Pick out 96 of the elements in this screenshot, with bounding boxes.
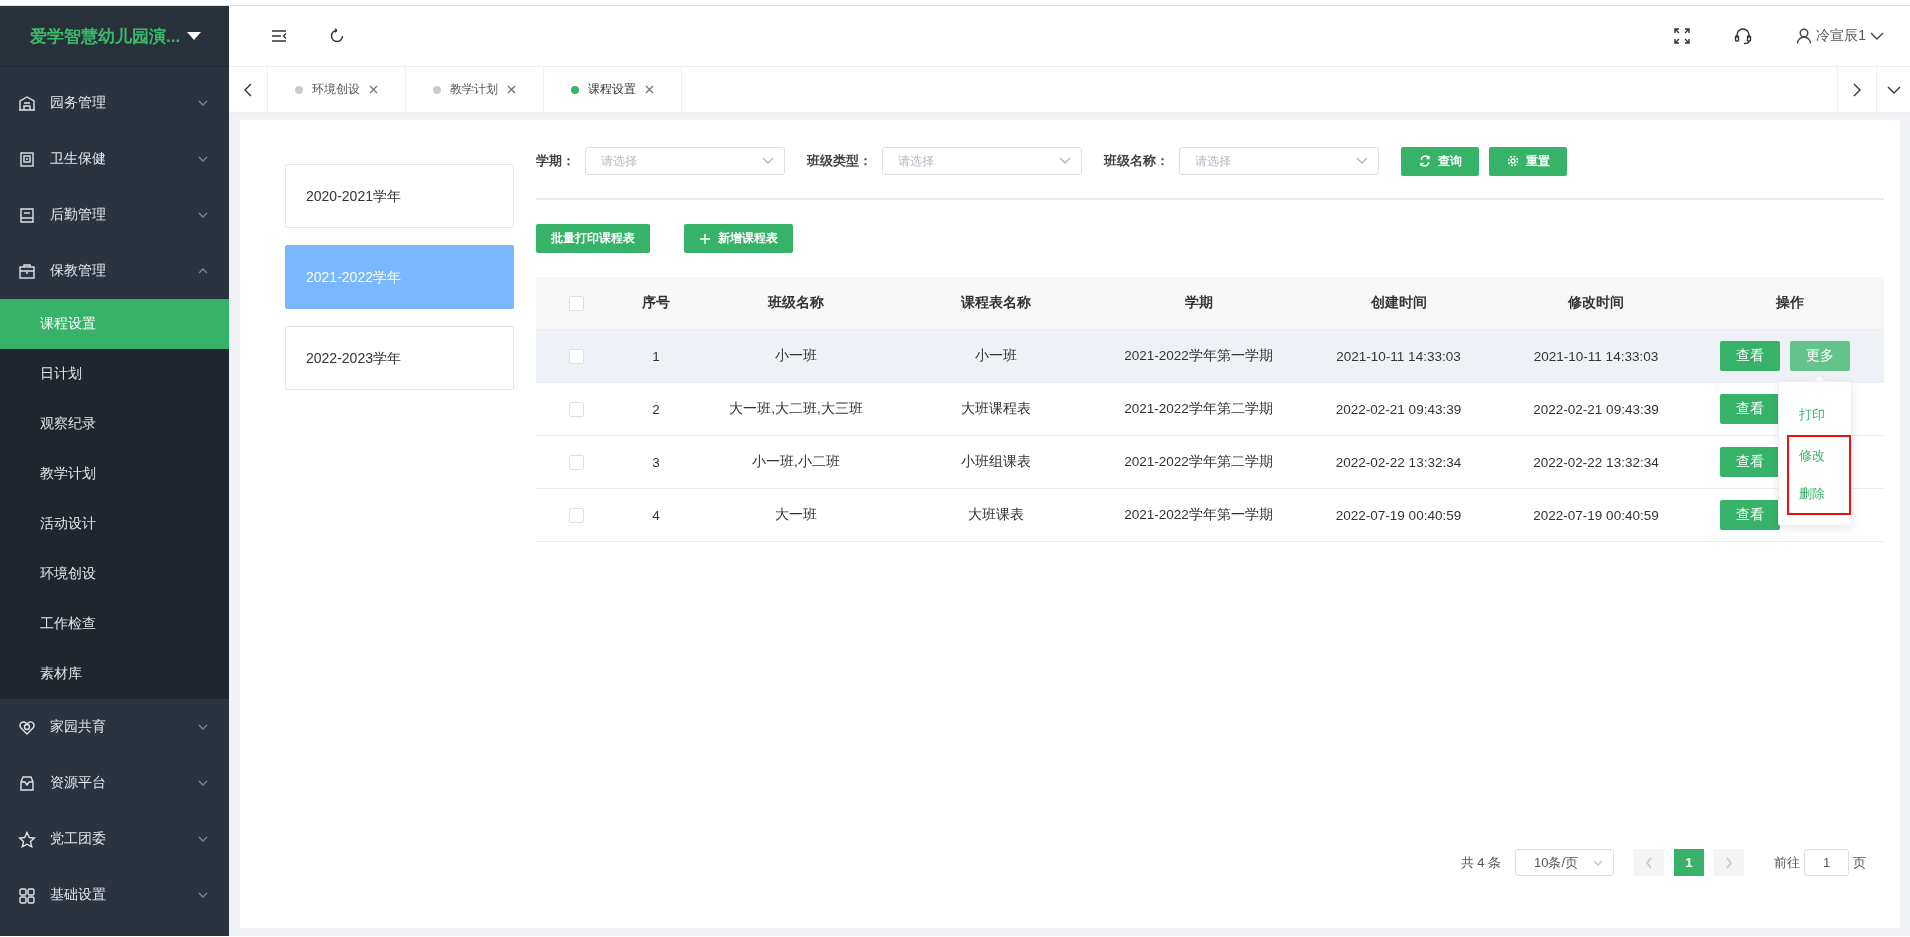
table-cell-text: 2021-2022学年第二学期 (1123, 453, 1274, 471)
table-cell-text: 2022-02-22 13:32:34 (1532, 454, 1660, 470)
submenu-item[interactable]: 观察纪录 (0, 399, 229, 449)
menu-item[interactable]: 基础设置 (0, 867, 229, 923)
table-cell-text: 2022-07-19 00:40:59 (1532, 507, 1660, 523)
table-cell-text: 2021-2022学年第一学期 (1123, 347, 1274, 365)
document-icon (18, 206, 36, 224)
page-suffix: 页 (1853, 853, 1866, 872)
menu-item[interactable]: 家园共育 (0, 699, 229, 755)
caret-down-icon[interactable] (187, 32, 201, 40)
menu-fold-icon[interactable] (271, 29, 287, 43)
inbox-icon (18, 774, 36, 792)
table-cell-text: 2021-2022学年第二学期 (1123, 400, 1274, 418)
user-menu[interactable]: 冷宣辰1 (1796, 27, 1884, 45)
submenu-item[interactable]: 环境创设 (0, 549, 229, 599)
menu-item[interactable]: 园务管理 (0, 75, 229, 131)
column-header: 操作 (1775, 294, 1805, 312)
close-icon[interactable] (507, 85, 516, 94)
submenu-item[interactable]: 工作检查 (0, 599, 229, 649)
plus-icon (699, 232, 711, 245)
star-icon (18, 830, 36, 848)
chevron-down-icon (1059, 157, 1071, 165)
grid-icon (18, 886, 36, 904)
chevron-left-icon (1645, 856, 1653, 869)
menu-item[interactable]: 党工团委 (0, 811, 229, 867)
filter-label: 班级名称： (1104, 152, 1169, 170)
page-input[interactable]: 1 (1804, 849, 1849, 876)
table-cell-text: 大一班,大二班,大三班 (728, 400, 864, 418)
clipboard-icon (18, 150, 36, 168)
table-cell-text: 1 (651, 348, 661, 364)
refresh-icon[interactable] (329, 28, 345, 44)
chevron-right-icon[interactable] (1852, 82, 1862, 97)
page-size-select[interactable]: 10条/页 (1515, 849, 1614, 876)
table-cell-text: 小一班 (774, 347, 818, 365)
submenu-item[interactable]: 活动设计 (0, 499, 229, 549)
filter-label: 学期： (536, 152, 575, 170)
column-header: 修改时间 (1567, 294, 1625, 312)
gear-icon (1506, 155, 1519, 167)
goto-label: 前往 (1774, 853, 1800, 872)
menu-item[interactable]: 保教管理 (0, 243, 229, 299)
total-count: 共 4 条 (1460, 853, 1501, 872)
chevron-down-icon (1593, 859, 1603, 866)
table-cell-text: 2021-2022学年第一学期 (1123, 506, 1274, 524)
menu-item[interactable]: 后勤管理 (0, 187, 229, 243)
checkbox[interactable] (568, 348, 584, 364)
chevron-down-icon (762, 157, 774, 165)
checkbox[interactable] (568, 454, 584, 470)
column-header: 序号 (641, 294, 671, 312)
close-icon[interactable] (369, 85, 378, 94)
column-header: 学期 (1183, 294, 1214, 312)
year-item[interactable]: 2022-2023学年 (285, 326, 514, 390)
year-item[interactable]: 2020-2021学年 (285, 164, 514, 228)
checkbox[interactable] (568, 401, 584, 417)
case-icon (18, 262, 36, 280)
heart-icon (18, 718, 36, 736)
refresh-icon (1418, 155, 1431, 167)
table-cell-text: 3 (651, 454, 661, 470)
tab[interactable]: 教学计划 (406, 67, 544, 112)
table-cell-text: 2021-10-11 14:33:03 (1532, 348, 1660, 364)
app-title: 爱学智慧幼儿园演... (30, 25, 181, 48)
checkbox[interactable] (568, 295, 584, 311)
table-cell-text: 2022-07-19 00:40:59 (1334, 507, 1463, 523)
table-cell-text: 小班组课表 (960, 453, 1032, 471)
building-icon (18, 94, 36, 112)
chevron-down-icon[interactable] (1886, 84, 1901, 95)
chevron-right-icon (1725, 856, 1733, 869)
tab[interactable]: 环境创设 (268, 67, 406, 112)
submenu-item[interactable]: 教学计划 (0, 449, 229, 499)
column-header: 课程表名称 (960, 294, 1032, 312)
table-cell-text: 4 (651, 507, 661, 523)
column-header: 班级名称 (766, 294, 825, 312)
table-cell-text: 2021-10-11 14:33:03 (1335, 348, 1462, 364)
chevron-left-icon[interactable] (243, 82, 253, 97)
table-cell-text: 大一班 (774, 506, 818, 524)
user-icon (1796, 28, 1813, 44)
table-cell-text: 小一班,小二班 (751, 453, 841, 471)
menu-item[interactable]: 卫生保健 (0, 131, 229, 187)
tab[interactable]: 课程设置 (544, 67, 682, 112)
checkbox[interactable] (568, 507, 584, 523)
chevron-down-icon (1870, 30, 1884, 42)
headset-icon[interactable] (1734, 27, 1753, 45)
close-icon[interactable] (645, 85, 654, 94)
submenu-item[interactable]: 日计划 (0, 349, 229, 399)
fullscreen-icon[interactable] (1674, 28, 1691, 44)
table-cell-text: 2022-02-22 13:32:34 (1334, 454, 1463, 470)
menu-item[interactable]: 资源平台 (0, 755, 229, 811)
table-cell-text: 大班课程表 (960, 400, 1032, 418)
table-cell-text: 2022-02-21 09:43:39 (1532, 401, 1660, 417)
chevron-down-icon (1356, 157, 1368, 165)
table-cell-text: 小一班 (974, 347, 1018, 365)
table-cell-text: 2022-02-21 09:43:39 (1334, 401, 1463, 417)
submenu-item[interactable]: 素材库 (0, 649, 229, 699)
table-cell-text: 2 (651, 401, 661, 417)
table-cell-text: 大班课表 (967, 506, 1025, 524)
filter-label: 班级类型： (807, 152, 872, 170)
column-header: 创建时间 (1369, 294, 1428, 312)
